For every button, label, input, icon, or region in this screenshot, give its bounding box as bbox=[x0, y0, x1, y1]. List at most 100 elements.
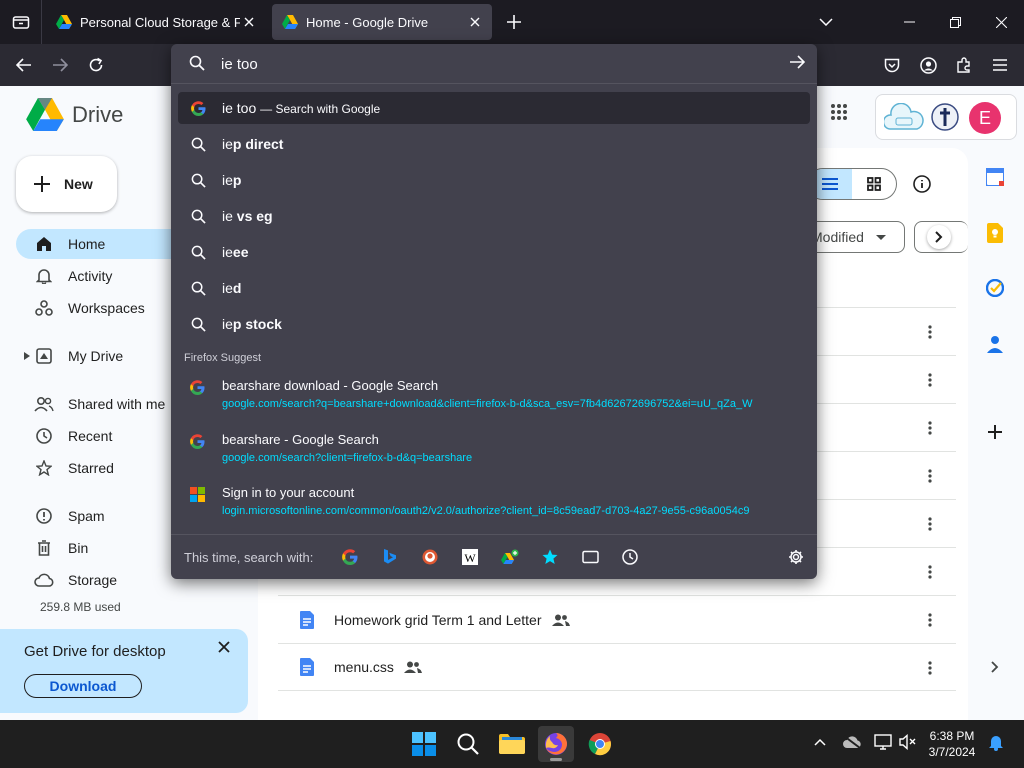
more-actions-icon[interactable] bbox=[920, 370, 940, 390]
show-hidden-icons-button[interactable] bbox=[810, 732, 830, 752]
suggestion-item[interactable]: iep stock bbox=[178, 308, 810, 340]
drive-favicon-icon bbox=[282, 15, 298, 29]
suggestion-search-with-google[interactable]: ie too — Search with Google bbox=[178, 92, 810, 124]
tab-home-google-drive[interactable]: Home - Google Drive bbox=[272, 4, 492, 40]
minimize-button[interactable] bbox=[886, 0, 932, 44]
suggest-url: google.com/search?q=bearshare+download&c… bbox=[222, 398, 753, 410]
chrome-taskbar-button[interactable] bbox=[582, 726, 618, 762]
firefox-suggest-item[interactable]: bearshare download - Google Search googl… bbox=[178, 372, 810, 422]
suggest-url: login.microsoftonline.com/common/oauth2/… bbox=[222, 505, 750, 517]
expand-side-panel-button[interactable] bbox=[984, 656, 1006, 678]
close-window-button[interactable] bbox=[978, 0, 1024, 44]
search-settings-button[interactable] bbox=[786, 547, 806, 567]
pocket-icon bbox=[884, 58, 900, 72]
list-all-tabs-button[interactable] bbox=[0, 0, 42, 44]
network-tray-icon[interactable] bbox=[873, 732, 893, 752]
restore-icon bbox=[949, 16, 961, 28]
address-input[interactable] bbox=[221, 53, 761, 75]
clock-time: 6:38 PM bbox=[929, 729, 975, 743]
go-arrow-icon[interactable] bbox=[789, 55, 805, 69]
add-app-button[interactable] bbox=[984, 421, 1006, 443]
download-button[interactable]: Download bbox=[24, 674, 142, 698]
bing-engine-button[interactable] bbox=[380, 547, 400, 567]
new-button[interactable]: New bbox=[16, 156, 117, 212]
onedrive-tray-icon[interactable] bbox=[842, 732, 862, 752]
suggestion-item[interactable]: iep direct bbox=[178, 128, 810, 160]
duckduckgo-engine-button[interactable] bbox=[420, 547, 440, 567]
more-actions-icon[interactable] bbox=[920, 658, 940, 678]
keep-app-icon[interactable] bbox=[984, 222, 1006, 244]
drive-engine-button[interactable] bbox=[500, 547, 520, 567]
scroll-chips-right-button[interactable] bbox=[927, 225, 951, 249]
more-actions-icon[interactable] bbox=[920, 610, 940, 630]
file-explorer-button[interactable] bbox=[494, 726, 530, 762]
table-row[interactable]: Homework grid Term 1 and Letter bbox=[278, 595, 956, 643]
tab-personal-cloud-storage[interactable]: Personal Cloud Storage & File S bbox=[46, 4, 266, 40]
sidebar-item-label: Home bbox=[68, 236, 106, 252]
duckduckgo-icon bbox=[422, 549, 438, 565]
grid-view-button[interactable] bbox=[852, 169, 896, 199]
notifications-button[interactable] bbox=[986, 732, 1006, 752]
suggestion-item[interactable]: ieee bbox=[178, 236, 810, 268]
more-actions-icon[interactable] bbox=[920, 322, 940, 342]
table-row[interactable]: menu.css bbox=[278, 643, 956, 691]
reload-button[interactable] bbox=[81, 50, 111, 80]
volume-tray-icon[interactable] bbox=[898, 732, 918, 752]
restore-button[interactable] bbox=[932, 0, 978, 44]
suggestion-item[interactable]: ie vs eg bbox=[178, 200, 810, 232]
suggestion-item[interactable]: ied bbox=[178, 272, 810, 304]
drive-add-engine-icon bbox=[501, 549, 519, 564]
minimize-icon bbox=[903, 21, 915, 23]
close-card-button[interactable] bbox=[214, 637, 234, 657]
wikipedia-icon: W bbox=[462, 549, 478, 565]
firefox-taskbar-button[interactable] bbox=[538, 726, 574, 762]
new-button-label: New bbox=[64, 176, 93, 192]
pocket-button[interactable] bbox=[877, 50, 907, 80]
bookmarks-button[interactable] bbox=[540, 547, 560, 567]
home-icon bbox=[34, 234, 54, 254]
more-actions-icon[interactable] bbox=[920, 514, 940, 534]
close-tab-icon[interactable] bbox=[240, 13, 258, 31]
search-taskbar-button[interactable] bbox=[450, 726, 486, 762]
details-button[interactable] bbox=[910, 172, 934, 196]
avatar[interactable]: E bbox=[969, 102, 1001, 134]
account-switcher[interactable]: E bbox=[875, 94, 1017, 140]
google-engine-button[interactable] bbox=[340, 547, 360, 567]
sidebar-item-label: Storage bbox=[68, 572, 118, 588]
drive-logo[interactable]: Drive bbox=[26, 98, 123, 131]
bell-icon bbox=[989, 736, 1003, 751]
search-icon bbox=[190, 172, 206, 188]
wikipedia-engine-button[interactable]: W bbox=[460, 547, 480, 567]
account-button[interactable] bbox=[913, 50, 943, 80]
expand-caret-icon[interactable] bbox=[24, 352, 34, 360]
back-button[interactable] bbox=[9, 50, 39, 80]
tasks-app-icon[interactable] bbox=[984, 277, 1006, 299]
more-filters-chip[interactable] bbox=[914, 221, 968, 253]
chevron-right-icon bbox=[991, 661, 999, 673]
suggest-url: google.com/search?client=firefox-b-d&q=b… bbox=[222, 452, 473, 464]
tabs-button[interactable] bbox=[580, 547, 600, 567]
plus-icon bbox=[988, 425, 1002, 439]
firefox-suggest-heading: Firefox Suggest bbox=[184, 352, 262, 364]
plus-icon bbox=[34, 176, 50, 192]
forward-button[interactable] bbox=[45, 50, 75, 80]
suggest-title: Sign in to your account bbox=[222, 485, 355, 500]
more-actions-icon[interactable] bbox=[920, 562, 940, 582]
history-button[interactable] bbox=[620, 547, 640, 567]
new-tab-button[interactable] bbox=[500, 8, 528, 36]
more-actions-icon[interactable] bbox=[920, 466, 940, 486]
extensions-button[interactable] bbox=[949, 50, 979, 80]
close-tab-icon[interactable] bbox=[466, 13, 484, 31]
contacts-app-icon[interactable] bbox=[984, 333, 1006, 355]
tab-overflow-button[interactable] bbox=[803, 0, 849, 44]
google-apps-button[interactable] bbox=[830, 103, 854, 127]
more-actions-icon[interactable] bbox=[920, 418, 940, 438]
suggestion-item[interactable]: iep bbox=[178, 164, 810, 196]
start-button[interactable] bbox=[406, 726, 442, 762]
calendar-app-icon[interactable] bbox=[984, 166, 1006, 188]
firefox-suggest-item[interactable]: bearshare - Google Search google.com/sea… bbox=[178, 426, 810, 476]
firefox-suggest-item[interactable]: Sign in to your account login.microsofto… bbox=[178, 479, 810, 529]
taskbar-clock[interactable]: 6:38 PM 3/7/2024 bbox=[922, 728, 982, 760]
modified-filter-label: Modified bbox=[811, 229, 864, 245]
menu-button[interactable] bbox=[985, 50, 1015, 80]
